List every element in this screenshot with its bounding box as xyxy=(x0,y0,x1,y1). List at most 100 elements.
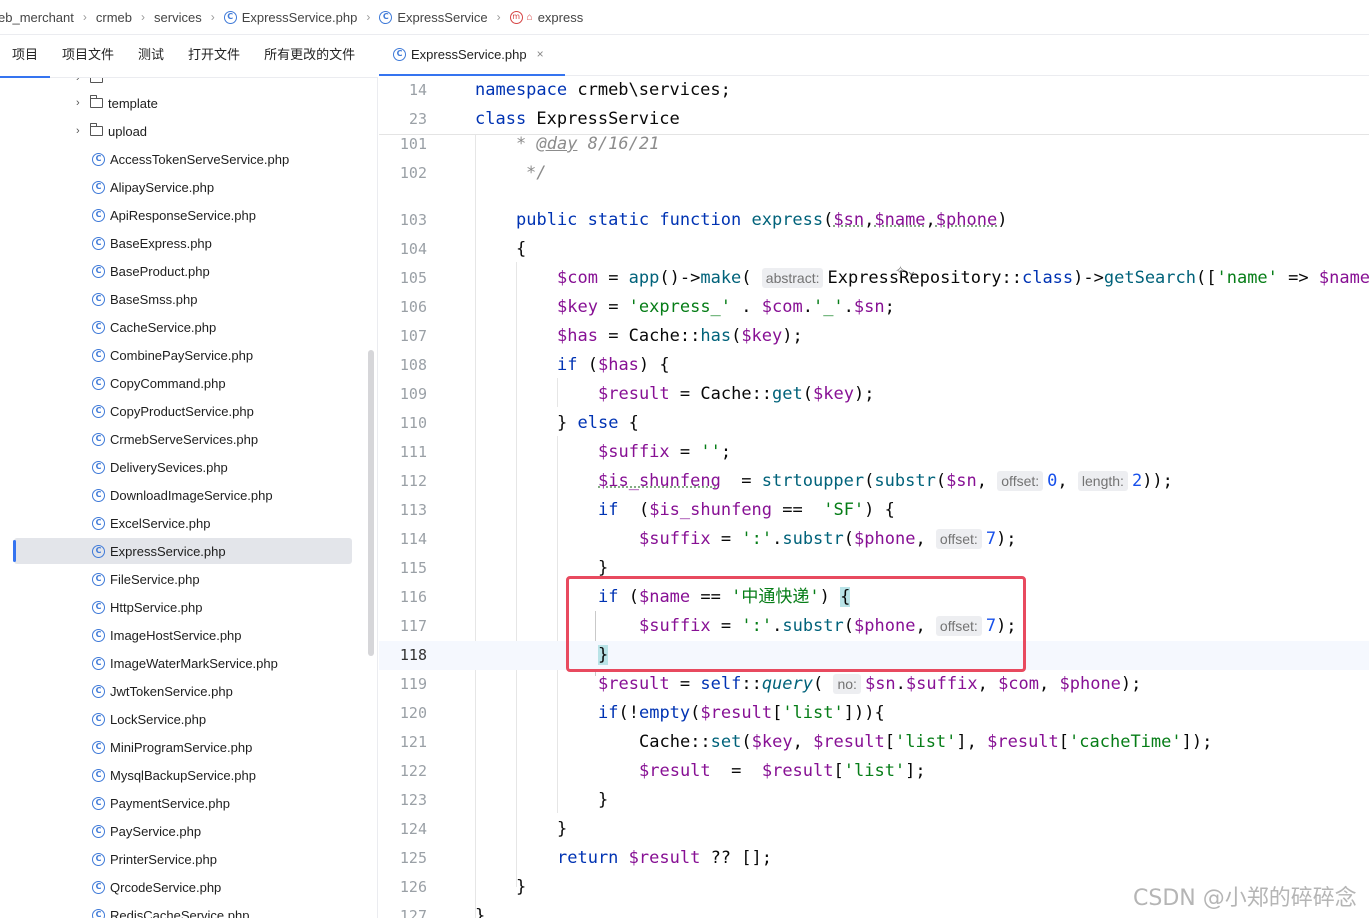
tree-item-label: ImageHostService.php xyxy=(110,627,242,643)
line-number: 104 xyxy=(399,240,427,258)
tree-item-label: RedisCacheService.php xyxy=(110,907,250,918)
breadcrumb-item-project[interactable]: eb_merchant xyxy=(0,10,74,25)
tree-file-item[interactable]: C AlipayService.php xyxy=(0,173,377,201)
code-line[interactable]: 111 $suffix = ''; xyxy=(379,438,1369,467)
selection-indicator xyxy=(13,540,16,562)
tree-file-item[interactable]: C CopyProductService.php xyxy=(0,397,377,425)
ai-assistant-icon[interactable]: ✧⌄ xyxy=(895,264,917,279)
tree-file-item[interactable]: C HttpService.php xyxy=(0,593,377,621)
breadcrumb-item-class[interactable]: C ExpressService xyxy=(379,10,488,25)
tab-open-files[interactable]: 打开文件 xyxy=(176,34,252,78)
code-line[interactable]: 103 public static function express($sn,$n… xyxy=(379,206,1369,235)
tree-item-label: HttpService.php xyxy=(110,599,203,615)
tree-file-item[interactable]: C ApiResponseService.php xyxy=(0,201,377,229)
tree-file-item[interactable]: C RedisCacheService.php xyxy=(0,901,377,918)
parameter-hint: offset: xyxy=(997,471,1044,491)
code-line[interactable]: 112 $is_shunfeng = strtoupper(substr($sn,… xyxy=(379,467,1369,496)
tree-file-item[interactable]: C QrcodeService.php xyxy=(0,873,377,901)
code-line[interactable]: 104{ xyxy=(379,235,1369,264)
number: 0 xyxy=(1047,471,1058,491)
tab-changed-files[interactable]: 所有更改的文件 xyxy=(252,34,367,78)
tab-tests[interactable]: 测试 xyxy=(126,34,176,78)
php-class-icon: C xyxy=(92,796,105,810)
code-line[interactable]: 106 $key = 'express_' . $com.'_'.$sn; xyxy=(379,293,1369,322)
tree-file-item[interactable]: C AccessTokenServeService.php xyxy=(0,145,377,173)
breadcrumb-item-method[interactable]: m ⌂ express xyxy=(509,10,583,25)
keyword: else xyxy=(577,413,619,433)
tree-file-item[interactable]: C JwtTokenService.php xyxy=(0,677,377,705)
code-line[interactable]: 108 if ($has) { xyxy=(379,351,1369,380)
sticky-line[interactable]: 23 class ExpressService xyxy=(379,105,1369,134)
code-line[interactable]: 122 $result = $result['list']; xyxy=(379,757,1369,786)
code-line[interactable]: 109 $result = Cache::get($key); xyxy=(379,380,1369,409)
code-line[interactable]: 119 $result = self::query( no: $sn.$suffix… xyxy=(379,670,1369,699)
code-line[interactable]: 102 */ xyxy=(379,159,1369,188)
tree-file-item[interactable]: C DownloadImageService.php xyxy=(0,481,377,509)
chevron-right-icon[interactable]: › xyxy=(76,97,90,109)
string: '' xyxy=(700,442,721,462)
tree-file-item[interactable]: C CacheService.php xyxy=(0,313,377,341)
line-number: 113 xyxy=(399,501,427,519)
chevron-right-icon: › xyxy=(141,10,146,24)
tree-file-item[interactable]: C BaseExpress.php xyxy=(0,229,377,257)
tree-file-item[interactable]: C CopyCommand.php xyxy=(0,369,377,397)
tree-item-label: PaymentService.php xyxy=(110,795,230,811)
tree-file-item[interactable]: C PrinterService.php xyxy=(0,845,377,873)
breadcrumb-label: crmeb xyxy=(95,9,133,25)
code-line[interactable]: 105 $com = app()->make( abstract: ExpressR… xyxy=(379,264,1369,293)
tree-folder-template[interactable]: › template xyxy=(0,89,377,117)
variable: $key xyxy=(751,732,793,752)
tree-file-item[interactable]: C LockService.php xyxy=(0,705,377,733)
tree-file-item[interactable]: C PayService.php xyxy=(0,817,377,845)
tree-file-item[interactable]: C CrmebServeServices.php xyxy=(0,425,377,453)
tree-file-item[interactable]: C CombinePayService.php xyxy=(0,341,377,369)
code-line[interactable]: 120 if(!empty($result['list'])){ xyxy=(379,699,1369,728)
editor-tab-express-service[interactable]: C ExpressService.php × xyxy=(379,34,565,76)
chevron-right-icon[interactable]: › xyxy=(76,125,90,137)
sticky-line[interactable]: 14 namespace crmeb\services; xyxy=(379,76,1369,105)
code-line[interactable]: 124} xyxy=(379,815,1369,844)
sticky-scroll-header[interactable]: 14 namespace crmeb\services; 23 class Expr… xyxy=(379,76,1369,135)
tree-file-item[interactable]: C BaseSmss.php xyxy=(0,285,377,313)
tree-file-item[interactable]: C MysqlBackupService.php xyxy=(0,761,377,789)
php-class-icon: C xyxy=(92,684,105,698)
breadcrumb-item-crmeb[interactable]: crmeb xyxy=(96,10,132,25)
breadcrumb-item-file[interactable]: C ExpressService.php xyxy=(223,10,357,25)
php-class-icon: C xyxy=(92,544,105,558)
close-icon[interactable]: × xyxy=(537,47,544,61)
tree-file-item[interactable]: C ExcelService.php xyxy=(0,509,377,537)
php-class-icon: C xyxy=(393,47,406,61)
tree-file-item[interactable]: C BaseProduct.php xyxy=(0,257,377,285)
tree-file-item[interactable]: C ImageHostService.php xyxy=(0,621,377,649)
keyword: return xyxy=(557,848,619,868)
code-line[interactable]: 107 $has = Cache::has($key); xyxy=(379,322,1369,351)
code-line[interactable]: 110} else { xyxy=(379,409,1369,438)
tree-file-item[interactable]: C DeliverySevices.php xyxy=(0,453,377,481)
tree-file-item[interactable]: C FileService.php xyxy=(0,565,377,593)
code-line[interactable]: 114 $suffix = ':'.substr($phone, offset: 7… xyxy=(379,525,1369,554)
breadcrumb-item-services[interactable]: services xyxy=(154,10,202,25)
code-line[interactable]: 121 Cache::set($key, $result['list'], $re… xyxy=(379,728,1369,757)
function-name: strtoupper xyxy=(761,471,865,491)
code-line[interactable]: 113 if ($is_shunfeng == 'SF') { xyxy=(379,496,1369,525)
tree-scrollbar[interactable] xyxy=(368,350,374,656)
tree-folder-upload[interactable]: › upload xyxy=(0,117,377,145)
tree-file-item[interactable]: C ExpressService.php xyxy=(0,537,377,565)
string: '_' xyxy=(812,297,844,317)
code-text: ExpressService xyxy=(526,109,680,129)
chevron-right-icon[interactable]: › xyxy=(76,78,90,84)
code-line[interactable]: 123} xyxy=(379,786,1369,815)
variable: $com xyxy=(998,674,1040,694)
parameter-hint: offset: xyxy=(935,529,982,549)
code-editor[interactable]: 14 namespace crmeb\services; 23 class Expr… xyxy=(379,76,1369,918)
tree-file-item[interactable]: C ImageWaterMarkService.php xyxy=(0,649,377,677)
line-number: 121 xyxy=(399,733,427,751)
tab-project[interactable]: 项目 xyxy=(0,34,51,78)
tree-file-item[interactable]: C PaymentService.php xyxy=(0,789,377,817)
line-number: 103 xyxy=(399,211,427,229)
keyword: if xyxy=(557,355,578,375)
tab-project-files[interactable]: 项目文件 xyxy=(50,34,126,78)
tree-item-label: CopyProductService.php xyxy=(110,403,254,419)
code-line[interactable]: 125 return $result ?? []; xyxy=(379,844,1369,873)
tree-file-item[interactable]: C MiniProgramService.php xyxy=(0,733,377,761)
